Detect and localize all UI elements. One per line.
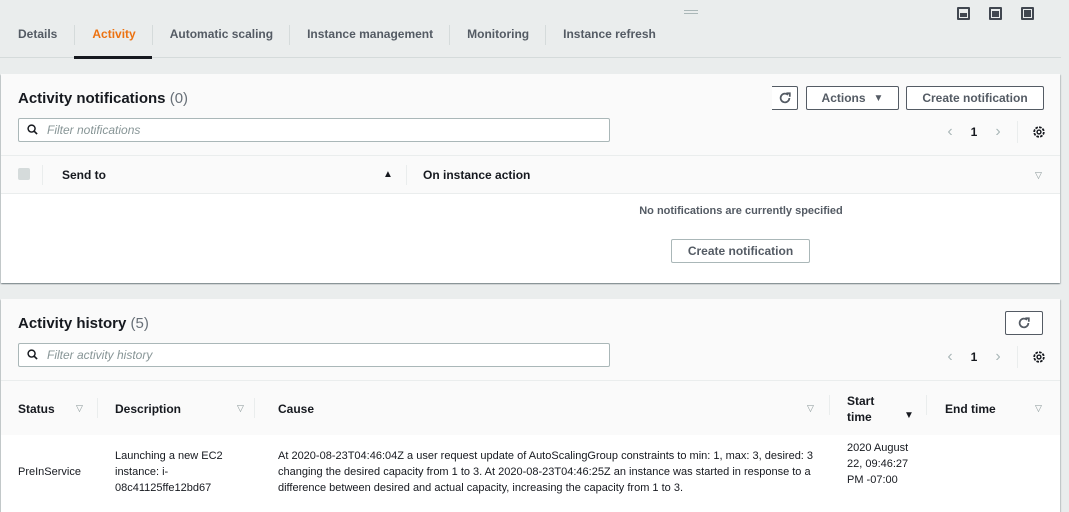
column-divider: [829, 395, 830, 415]
column-header-description[interactable]: Description: [115, 381, 181, 436]
history-pagination: ‹ 1 ›: [941, 346, 1046, 368]
search-icon: [27, 349, 38, 360]
history-title: Activity history (5): [18, 315, 149, 332]
filter-activity-history-input[interactable]: [47, 344, 597, 366]
sort-icon[interactable]: ▽: [1035, 170, 1042, 181]
sort-icon[interactable]: ▽: [807, 403, 814, 414]
next-page-icon[interactable]: ›: [989, 123, 1007, 141]
column-divider: [254, 398, 255, 418]
tab-instance-refresh[interactable]: Instance refresh: [545, 22, 672, 58]
column-divider: [406, 165, 407, 185]
column-header-start-time[interactable]: Start time: [847, 381, 887, 436]
create-notification-empty-button[interactable]: Create notification: [671, 239, 810, 263]
page-number[interactable]: 1: [959, 125, 989, 139]
notifications-count: (0): [169, 90, 189, 107]
previous-page-icon[interactable]: ‹: [941, 123, 959, 141]
page-number[interactable]: 1: [959, 350, 989, 364]
start-time-cell: 2020 August 22, 09:46:27 PM -07:00: [847, 442, 909, 486]
tab-activity[interactable]: Activity: [74, 22, 153, 59]
cause-cell: At 2020-08-23T04:46:04Z a user request u…: [278, 450, 814, 494]
filter-notifications-field: [18, 118, 610, 142]
status-cell: PreInService: [18, 466, 81, 478]
activity-history-panel: Activity history (5) ‹ 1 › Status ▽ Desc…: [1, 299, 1060, 512]
column-header-status[interactable]: Status: [18, 381, 55, 436]
activity-notifications-panel: Activity notifications (0) Actions ▼ Crea…: [1, 74, 1060, 283]
notifications-pagination: ‹ 1 ›: [941, 121, 1046, 143]
empty-message: No notifications are currently specified: [639, 205, 843, 217]
full-view-icon[interactable]: [1021, 7, 1034, 20]
tab-details[interactable]: Details: [0, 22, 74, 58]
tab-monitoring[interactable]: Monitoring: [449, 22, 545, 58]
select-all-checkbox[interactable]: [18, 168, 30, 180]
gear-icon[interactable]: [1032, 125, 1046, 139]
sort-icon[interactable]: ▽: [1035, 403, 1042, 414]
column-divider: [97, 398, 98, 418]
notifications-refresh-button[interactable]: [772, 86, 798, 110]
notifications-table-header: Send to ▲ On instance action ▽: [1, 155, 1060, 194]
table-row: PreInService Launching a new EC2 instanc…: [1, 435, 1060, 512]
description-cell: Launching a new EC2 instance: i-08c41125…: [115, 450, 223, 494]
history-count: (5): [130, 315, 149, 332]
tab-instance-management[interactable]: Instance management: [289, 22, 449, 58]
next-page-icon[interactable]: ›: [989, 348, 1007, 366]
split-bottom-small-icon[interactable]: [957, 7, 970, 20]
divider: [1017, 121, 1018, 143]
tab-automatic-scaling[interactable]: Automatic scaling: [151, 22, 289, 58]
create-notification-button[interactable]: Create notification: [906, 86, 1044, 110]
sort-descending-icon[interactable]: ▼: [904, 410, 914, 421]
column-header-on-instance-action[interactable]: On instance action: [423, 156, 530, 194]
column-divider: [926, 395, 927, 415]
previous-page-icon[interactable]: ‹: [941, 348, 959, 366]
filter-notifications-input[interactable]: [47, 119, 597, 141]
column-header-cause[interactable]: Cause: [278, 381, 314, 436]
column-header-send-to[interactable]: Send to: [62, 156, 106, 194]
caret-down-icon: ▼: [873, 92, 884, 104]
split-bottom-large-icon[interactable]: [989, 7, 1002, 20]
column-divider: [42, 165, 43, 185]
notifications-empty-state: No notifications are currently specified: [1, 194, 1060, 283]
sort-icon[interactable]: ▽: [76, 403, 83, 414]
actions-dropdown-button[interactable]: Actions ▼: [806, 86, 899, 110]
view-toggle-group: [957, 7, 1034, 20]
search-icon: [27, 124, 38, 135]
column-header-end-time[interactable]: End time: [945, 381, 996, 436]
tabs: Details Activity Automatic scaling Insta…: [0, 22, 672, 59]
drag-handle-icon[interactable]: [684, 10, 698, 14]
refresh-icon: [1018, 317, 1030, 329]
history-refresh-button[interactable]: [1005, 311, 1043, 335]
sort-icon[interactable]: ▽: [237, 403, 244, 414]
refresh-icon: [779, 92, 791, 104]
gear-icon[interactable]: [1032, 350, 1046, 364]
sort-ascending-icon[interactable]: ▲: [383, 169, 393, 180]
filter-activity-history-field: [18, 343, 610, 367]
tab-bar: Details Activity Automatic scaling Insta…: [0, 0, 1061, 59]
history-table-header: Status ▽ Description ▽ Cause ▽ Start tim…: [1, 380, 1060, 436]
divider: [1017, 346, 1018, 368]
notifications-title: Activity notifications (0): [18, 90, 189, 107]
